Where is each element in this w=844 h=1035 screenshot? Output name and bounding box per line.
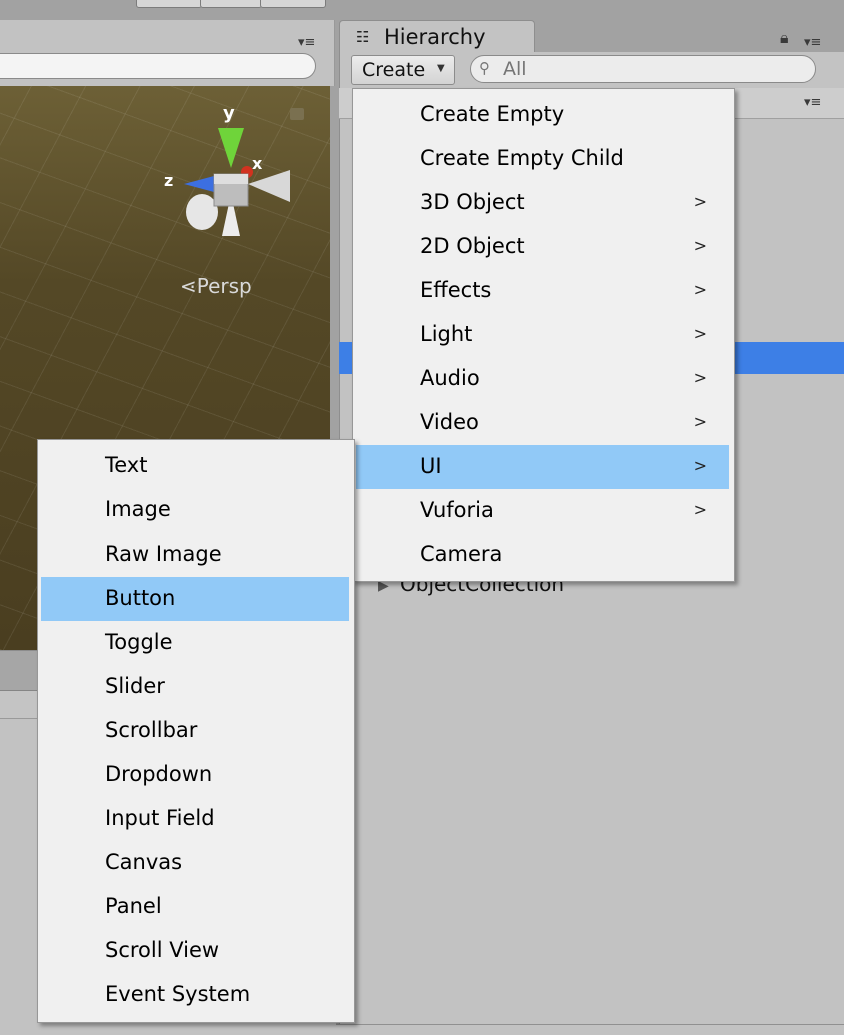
gizmo-neg-z-axis[interactable] xyxy=(186,194,218,230)
lock-icon[interactable]: 🔒︎ xyxy=(780,30,789,46)
create-button-label: Create xyxy=(362,59,426,81)
hierarchy-search-field[interactable]: ⚲ xyxy=(470,55,816,83)
chevron-right-icon: > xyxy=(693,412,707,431)
panel-menu-icon[interactable]: ▾≡ xyxy=(298,36,315,49)
menu-item-2d-object[interactable]: 2D Object > xyxy=(356,225,729,269)
menu-item-button[interactable]: Button xyxy=(41,577,349,621)
dropdown-arrow-icon: ▼ xyxy=(437,63,445,74)
menu-item-3d-object[interactable]: 3D Object > xyxy=(356,181,729,225)
menu-item-label: Scrollbar xyxy=(105,718,198,742)
menu-item-image[interactable]: Image xyxy=(41,488,349,532)
menu-item-label: Vuforia xyxy=(420,498,494,522)
menu-item-panel[interactable]: Panel xyxy=(41,885,349,929)
scene-search-field[interactable] xyxy=(0,53,316,79)
menu-item-create-empty-child[interactable]: Create Empty Child xyxy=(356,137,729,181)
menu-item-label: Audio xyxy=(420,366,480,390)
menu-item-label: UI xyxy=(420,454,442,478)
menu-item-input-field[interactable]: Input Field xyxy=(41,797,349,841)
menu-item-label: Input Field xyxy=(105,806,215,830)
gizmo-z-label: z xyxy=(164,171,173,190)
panel-menu-icon[interactable]: ▾≡ xyxy=(804,96,821,109)
menu-item-label: Text xyxy=(105,453,148,477)
menu-item-label: Dropdown xyxy=(105,762,213,786)
hierarchy-tab-label: Hierarchy xyxy=(384,25,486,49)
menu-item-label: Effects xyxy=(420,278,492,302)
toolbar-button[interactable] xyxy=(200,0,262,8)
toolbar-button[interactable] xyxy=(260,0,326,8)
menu-item-label: Event System xyxy=(105,982,251,1006)
hierarchy-bottom-edge xyxy=(336,1024,844,1035)
menu-item-label: 2D Object xyxy=(420,234,525,258)
gizmo-z-axis[interactable] xyxy=(184,176,214,192)
menu-item-camera[interactable]: Camera xyxy=(356,533,729,577)
chevron-right-icon: > xyxy=(693,368,707,387)
menu-item-label: Image xyxy=(105,497,171,521)
create-button[interactable]: Create ▼ xyxy=(351,55,455,85)
toolbar-button[interactable] xyxy=(136,0,202,8)
menu-item-label: Panel xyxy=(105,894,162,918)
menu-item-label: Scroll View xyxy=(105,938,220,962)
menu-item-scroll-view[interactable]: Scroll View xyxy=(41,929,349,973)
ui-submenu: Text Image Raw Image Button Toggle Slide… xyxy=(37,439,355,1023)
menu-item-slider[interactable]: Slider xyxy=(41,665,349,709)
menu-item-label: Raw Image xyxy=(105,542,222,566)
top-toolbar xyxy=(0,0,844,20)
menu-item-dropdown[interactable]: Dropdown xyxy=(41,753,349,797)
gizmo-y-axis[interactable] xyxy=(218,128,244,168)
menu-item-label: Video xyxy=(420,410,479,434)
menu-item-label: Create Empty Child xyxy=(420,146,624,170)
menu-item-label: Button xyxy=(105,586,176,610)
menu-item-ui[interactable]: UI > xyxy=(356,445,729,489)
gizmo-x-label: x xyxy=(252,154,263,173)
menu-item-create-empty[interactable]: Create Empty xyxy=(356,93,729,137)
chevron-right-icon: > xyxy=(693,192,707,211)
tab-hierarchy[interactable]: ☷ Hierarchy xyxy=(339,20,535,52)
perspective-toggle[interactable]: ⋖Persp xyxy=(180,274,252,298)
hierarchy-list-icon: ☷ xyxy=(356,28,370,46)
menu-item-effects[interactable]: Effects > xyxy=(356,269,729,313)
menu-item-toggle[interactable]: Toggle xyxy=(41,621,349,665)
menu-item-label: Create Empty xyxy=(420,102,565,126)
menu-item-label: Canvas xyxy=(105,850,183,874)
menu-item-label: 3D Object xyxy=(420,190,525,214)
gizmo-y-label: y xyxy=(223,103,235,124)
menu-item-scrollbar[interactable]: Scrollbar xyxy=(41,709,349,753)
menu-item-video[interactable]: Video > xyxy=(356,401,729,445)
menu-item-raw-image[interactable]: Raw Image xyxy=(41,533,349,577)
search-input[interactable] xyxy=(503,57,793,81)
menu-item-label: Light xyxy=(420,322,473,346)
scene-gizmo[interactable]: y x z xyxy=(0,86,330,246)
menu-item-audio[interactable]: Audio > xyxy=(356,357,729,401)
menu-item-label: Camera xyxy=(420,542,503,566)
chevron-right-icon: > xyxy=(693,280,707,299)
chevron-right-icon: > xyxy=(693,324,707,343)
create-context-menu: Create Empty Create Empty Child 3D Objec… xyxy=(352,88,735,582)
chevron-right-icon: > xyxy=(693,456,707,475)
menu-item-canvas[interactable]: Canvas xyxy=(41,841,349,885)
panel-menu-icon[interactable]: ▾≡ xyxy=(804,36,821,49)
menu-item-text[interactable]: Text xyxy=(41,444,349,488)
menu-item-light[interactable]: Light > xyxy=(356,313,729,357)
chevron-right-icon: > xyxy=(693,236,707,255)
search-icon: ⚲ xyxy=(479,59,490,77)
chevron-right-icon: > xyxy=(693,500,707,519)
menu-item-label: Slider xyxy=(105,674,165,698)
menu-item-vuforia[interactable]: Vuforia > xyxy=(356,489,729,533)
menu-item-label: Toggle xyxy=(105,630,173,654)
menu-item-event-system[interactable]: Event System xyxy=(41,973,349,1017)
gizmo-neg-x-axis[interactable] xyxy=(248,170,290,202)
